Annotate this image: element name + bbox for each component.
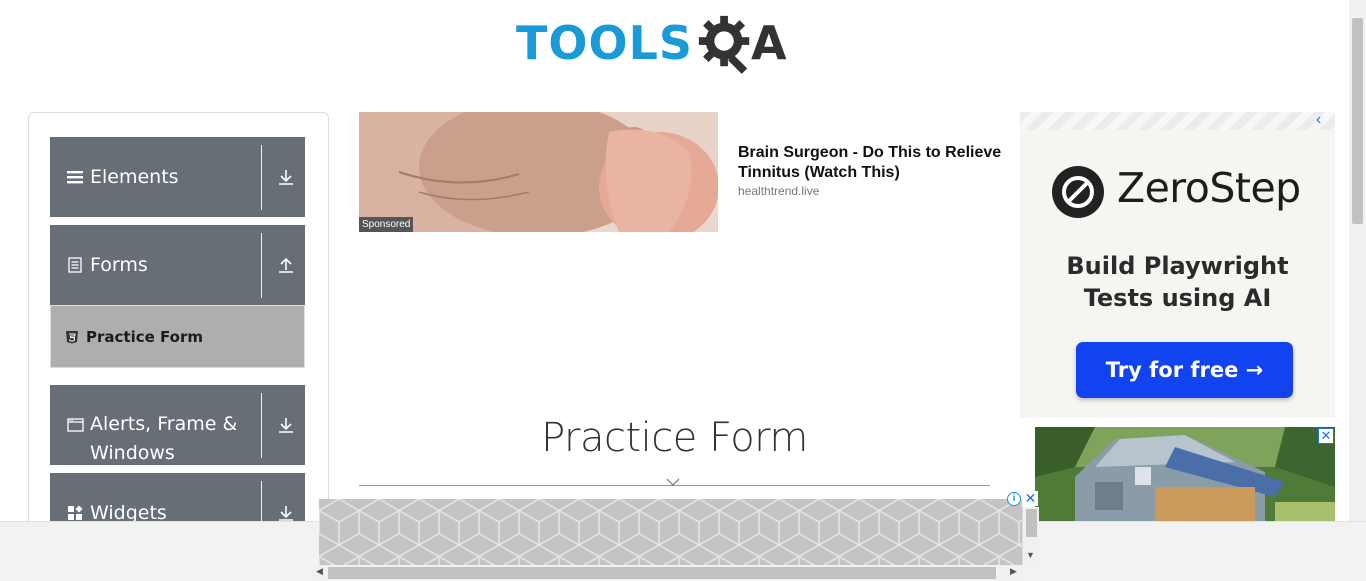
cabin-ad-image[interactable] xyxy=(1035,427,1335,521)
scroll-right-icon[interactable]: ▶ xyxy=(1010,566,1017,577)
group-label: Forms xyxy=(90,253,148,276)
ad-info-icon[interactable]: i xyxy=(1007,492,1021,506)
tagline-line-2: Tests using AI xyxy=(1083,284,1272,312)
sponsored-ad-image[interactable] xyxy=(359,112,718,232)
chevron-down-icon xyxy=(666,478,680,486)
window-icon xyxy=(66,416,84,434)
scrollbar-thumb[interactable] xyxy=(1026,509,1037,537)
upload-arrow-icon[interactable] xyxy=(276,255,296,275)
divider xyxy=(261,393,262,458)
sponsored-ad-title[interactable]: Brain Surgeon - Do This to Relieve Tinni… xyxy=(738,143,1023,183)
group-label: Alerts, Frame & Windows xyxy=(90,413,238,464)
try-for-free-button[interactable]: Try for free → xyxy=(1076,342,1293,398)
sidebar: Elements Forms Practice Form Alerts, Fra… xyxy=(28,112,329,532)
logo-text-a: A xyxy=(751,16,787,70)
page-title: Practice Form xyxy=(541,415,808,461)
sponsored-ad-domain[interactable]: healthtrend.live xyxy=(738,184,819,198)
page-scrollbar[interactable] xyxy=(1349,0,1366,521)
group-header[interactable]: Alerts, Frame & Windows xyxy=(50,385,305,465)
sidebar-item-practice-form[interactable]: Practice Form xyxy=(50,305,305,368)
hamburger-icon xyxy=(66,168,84,186)
zerostep-logo-icon xyxy=(1052,166,1104,218)
close-icon[interactable]: ✕ xyxy=(1318,428,1334,444)
logo-text-tools: TOOLS xyxy=(516,16,694,70)
zerostep-tagline: Build Playwright Tests using AI xyxy=(1020,250,1335,314)
download-arrow-icon[interactable] xyxy=(276,503,296,523)
ad-close-icon[interactable]: ✕ xyxy=(1023,491,1038,506)
gear-magnifier-icon xyxy=(698,15,750,74)
toolsqa-logo[interactable]: TOOLS A xyxy=(516,8,787,78)
divider xyxy=(261,233,262,298)
ad-pattern xyxy=(1020,112,1335,130)
tagline-line-1: Build Playwright xyxy=(1066,252,1289,280)
sidebar-group-alerts[interactable]: Alerts, Frame & Windows xyxy=(50,385,305,465)
download-arrow-icon[interactable] xyxy=(276,415,296,435)
sidebar-item-label: Practice Form xyxy=(86,327,203,346)
group-label: Elements xyxy=(90,165,179,188)
page: TOOLS A Elements Forms Practice Form Ale… xyxy=(0,0,1366,581)
scrollbar-thumb[interactable] xyxy=(328,567,996,579)
scroll-down-icon[interactable]: ▼ xyxy=(1026,550,1035,560)
divider xyxy=(261,145,262,210)
scrollbar-thumb[interactable] xyxy=(1352,18,1363,224)
zerostep-brand: ZeroStep xyxy=(1117,164,1301,212)
html5-icon xyxy=(66,330,78,343)
zerostep-ad[interactable]: ‹ ZeroStep Build Playwright Tests using … xyxy=(1020,112,1335,418)
download-arrow-icon[interactable] xyxy=(276,167,296,187)
sidebar-group-elements[interactable]: Elements xyxy=(50,137,305,217)
ad-horizontal-scrollbar[interactable]: ◀ ▶ xyxy=(313,565,1022,581)
ad-vertical-scrollbar[interactable]: ▼ xyxy=(1022,507,1039,565)
widgets-icon xyxy=(66,504,84,522)
document-icon xyxy=(66,256,84,274)
sponsored-badge: Sponsored xyxy=(359,217,414,232)
scroll-left-icon[interactable]: ◀ xyxy=(316,566,323,577)
group-header[interactable]: Elements xyxy=(50,137,305,217)
chevron-left-icon[interactable]: ‹ xyxy=(1316,112,1330,128)
bottom-banner-ad[interactable] xyxy=(319,499,1022,565)
group-header[interactable]: Forms xyxy=(50,225,305,305)
sidebar-group-forms[interactable]: Forms Practice Form xyxy=(50,225,305,368)
